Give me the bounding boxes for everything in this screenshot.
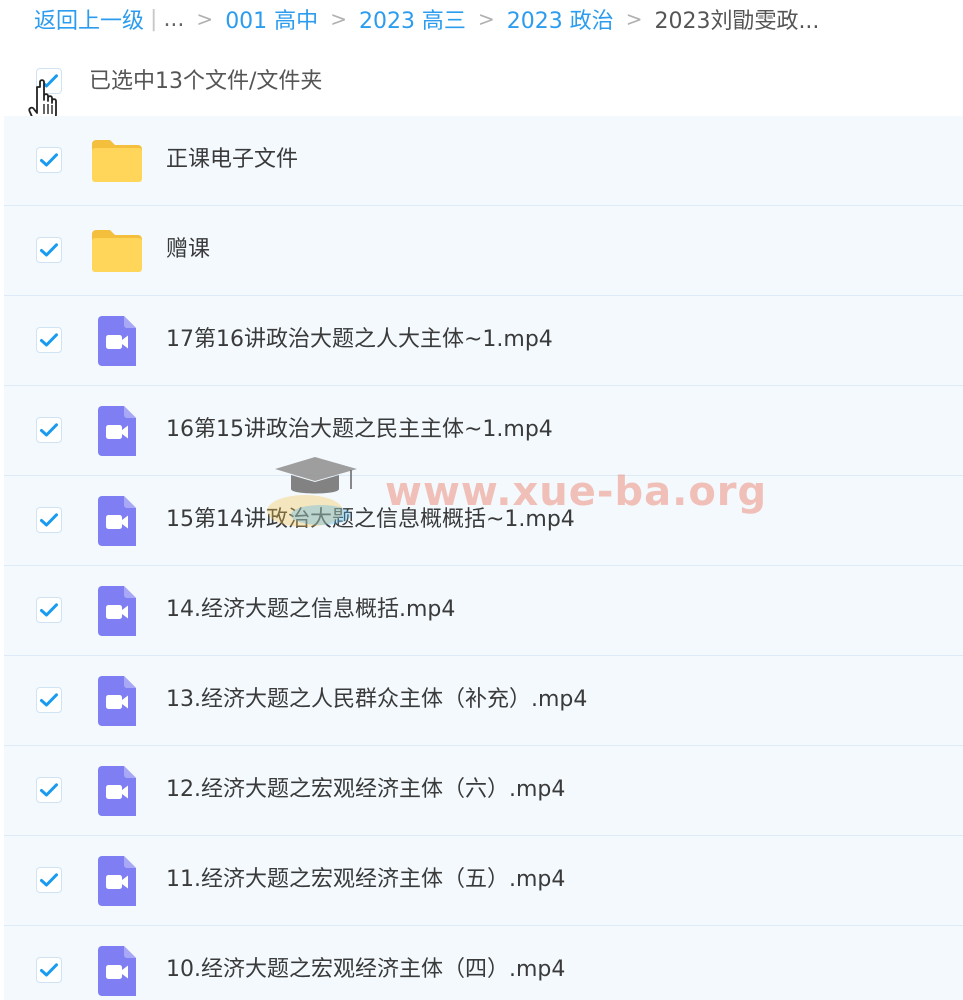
file-list: 正课电子文件 赠课 17第16讲政治大题之人大主体~1.mp4 16第15讲政治大题之… [4,116,963,1000]
breadcrumb-separator: > [477,7,495,31]
file-row[interactable]: 11.经济大题之宏观经济主体（五）.mp4 [4,836,963,926]
video-file-icon [98,406,136,456]
file-name[interactable]: 15第14讲政治大题之信息概概括~1.mp4 [166,505,575,535]
row-checkbox[interactable] [36,867,62,893]
breadcrumb-separator: > [330,7,347,31]
file-row[interactable]: 12.经济大题之宏观经济主体（六）.mp4 [4,746,963,836]
video-file-icon [98,856,136,906]
check-icon [40,423,58,437]
file-name[interactable]: 11.经济大题之宏观经济主体（五）.mp4 [166,865,565,895]
video-file-icon [98,496,136,546]
file-name[interactable]: 14.经济大题之信息概括.mp4 [166,595,455,625]
check-icon [40,153,58,167]
file-name[interactable]: 17第16讲政治大题之人大主体~1.mp4 [166,325,553,355]
folder-row[interactable]: 正课电子文件 [4,116,963,206]
check-icon [40,963,58,977]
breadcrumb-separator: > [196,7,214,31]
file-name[interactable]: 13.经济大题之人民群众主体（补充）.mp4 [166,685,587,715]
file-row[interactable]: 13.经济大题之人民群众主体（补充）.mp4 [4,656,963,746]
breadcrumb-item-2023-senior3[interactable]: 2023 高三 [359,3,466,35]
file-name[interactable]: 16第15讲政治大题之民主主体~1.mp4 [166,415,553,445]
check-icon [40,513,58,527]
breadcrumb-separator: > [625,7,643,31]
video-file-icon [98,946,136,996]
file-browser: 返回上一级 | ... > 001 高中 > 2023 高三 > 2023 政治… [0,0,963,1000]
row-checkbox[interactable] [36,327,62,353]
folder-icon [92,230,142,272]
file-row[interactable]: 15第14讲政治大题之信息概概括~1.mp4 [4,476,963,566]
file-row[interactable]: 16第15讲政治大题之民主主体~1.mp4 [4,386,963,476]
row-checkbox[interactable] [36,237,62,263]
check-icon [40,783,58,797]
file-row[interactable]: 10.经济大题之宏观经济主体（四）.mp4 [4,926,963,1000]
row-checkbox[interactable] [36,147,62,173]
breadcrumb-current: 2023刘勖雯政... [654,9,820,34]
breadcrumb-divider: | [150,6,158,32]
row-checkbox[interactable] [36,957,62,983]
selection-bar: 已选中13个文件/文件夹 [0,50,963,127]
file-row[interactable]: 14.经济大题之信息概括.mp4 [4,566,963,656]
video-file-icon [98,586,136,636]
file-row[interactable]: 17第16讲政治大题之人大主体~1.mp4 [4,296,963,386]
check-icon [40,243,58,257]
row-checkbox[interactable] [36,417,62,443]
row-checkbox[interactable] [36,597,62,623]
video-file-icon [98,766,136,816]
row-checkbox[interactable] [36,687,62,713]
video-file-icon [98,676,136,726]
file-name[interactable]: 12.经济大题之宏观经济主体（六）.mp4 [166,775,565,805]
check-icon [40,693,58,707]
folder-row[interactable]: 赠课 [4,206,963,296]
row-checkbox[interactable] [36,507,62,533]
file-name[interactable]: 赠课 [166,235,210,265]
breadcrumb-item-2023-politics[interactable]: 2023 政治 [507,3,614,35]
check-icon [40,603,58,617]
check-icon [40,333,58,347]
breadcrumb-ellipsis[interactable]: ... [163,7,184,32]
back-link[interactable]: 返回上一级 [34,3,144,35]
check-icon [40,873,58,887]
folder-icon [92,140,142,182]
file-name[interactable]: 10.经济大题之宏观经济主体（四）.mp4 [166,955,565,985]
breadcrumb-item-001[interactable]: 001 高中 [225,3,318,35]
video-file-icon [98,316,136,366]
breadcrumb: 返回上一级 | ... > 001 高中 > 2023 高三 > 2023 政治… [34,2,819,36]
selection-count: 已选中13个文件/文件夹 [89,69,323,94]
row-checkbox[interactable] [36,777,62,803]
file-name[interactable]: 正课电子文件 [166,145,298,175]
